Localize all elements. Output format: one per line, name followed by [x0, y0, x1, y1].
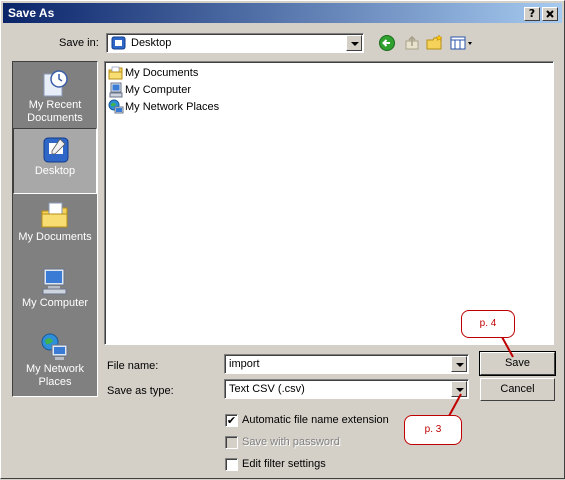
callout-pointers — [448, 336, 514, 417]
save-as-dialog: Save As ? Save in: Desktop My Recent Doc… — [0, 0, 565, 479]
callout-p3: p. 3 — [404, 415, 462, 445]
callout-p4: p. 4 — [461, 310, 515, 338]
